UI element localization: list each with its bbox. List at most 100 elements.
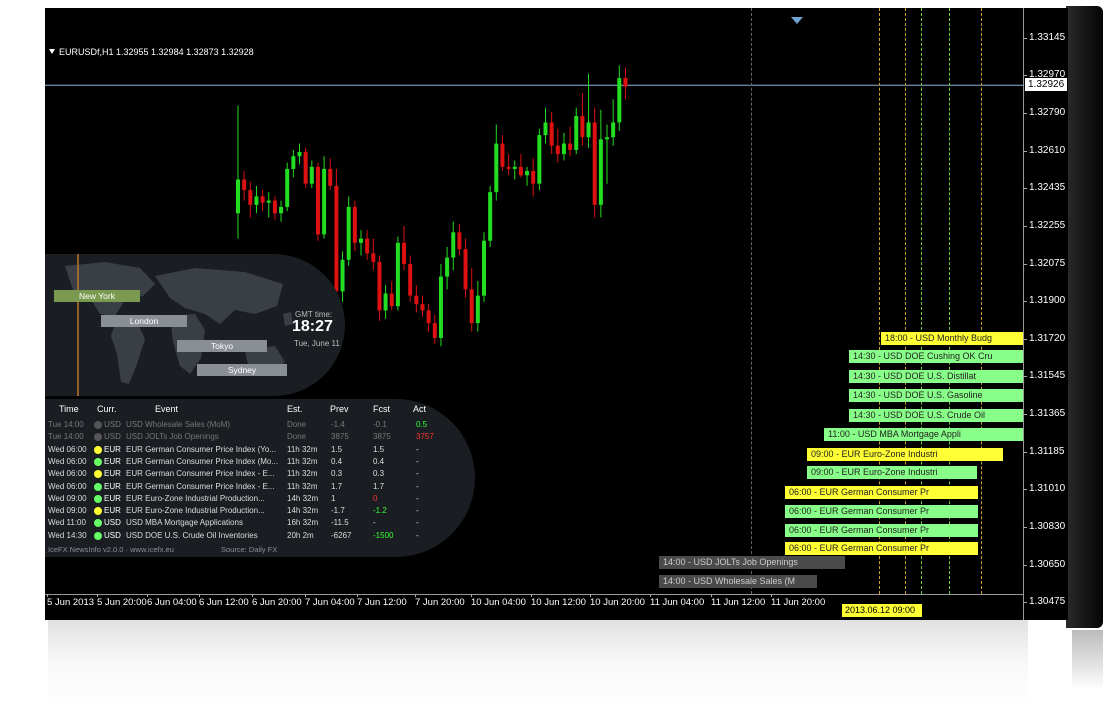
cell-est: 11h 32m bbox=[287, 481, 318, 491]
candle bbox=[328, 158, 333, 191]
cell-time: Wed 11:00 bbox=[48, 518, 86, 528]
cell-est: 11h 32m bbox=[287, 469, 318, 479]
cell-prev: 1.5 bbox=[331, 444, 343, 454]
candle bbox=[359, 230, 363, 256]
trading-terminal-screen: EURUSDf,H1 1.32955 1.32984 1.32873 1.329… bbox=[45, 8, 1068, 620]
price-label: 1.31720 bbox=[1022, 333, 1066, 344]
news-event-badge[interactable]: 11:00 - USD MBA Mortgage Appli bbox=[824, 428, 1023, 441]
time-label: 6 Jun 20:00 bbox=[252, 594, 302, 608]
cell-time: Tue 14:00 bbox=[48, 420, 84, 429]
city-new-york: New York bbox=[54, 290, 140, 302]
impact-dot-icon bbox=[94, 482, 102, 491]
candle bbox=[285, 162, 290, 212]
news-row[interactable]: Wed 14:30 USD USD DOE U.S. Crude Oil Inven… bbox=[45, 530, 475, 542]
impact-dot-icon bbox=[94, 433, 102, 442]
price-label: 1.31900 bbox=[1022, 294, 1066, 306]
cell-est: 11h 32m bbox=[287, 456, 318, 466]
cell-prev: -1.7 bbox=[331, 506, 345, 516]
news-row[interactable]: Wed 06:00 EUR EUR German Consumer Price In… bbox=[45, 456, 475, 468]
cell-est: 14h 32m bbox=[287, 506, 319, 516]
news-event-badge[interactable]: 06:00 - EUR German Consumer Pr bbox=[785, 505, 978, 518]
past-news-badge[interactable]: 14:00 - USD JOLTs Job Openings bbox=[659, 556, 845, 569]
cell-prev: 3875 bbox=[331, 432, 349, 442]
news-row[interactable]: Wed 06:00 EUR EUR German Consumer Price In… bbox=[45, 444, 475, 456]
candle bbox=[500, 135, 505, 172]
cell-curr: USD bbox=[104, 432, 121, 442]
news-event-badge[interactable]: 06:00 - EUR German Consumer Pr bbox=[785, 524, 978, 537]
cell-time: Wed 14:30 bbox=[48, 530, 87, 540]
cell-est: 14h 32m bbox=[287, 493, 319, 503]
cell-est: 16h 32m bbox=[287, 518, 319, 528]
candle bbox=[518, 154, 523, 178]
cell-curr: EUR bbox=[104, 469, 121, 479]
news-event-badge[interactable]: 14:30 - USD DOE Cushing OK Cru bbox=[849, 350, 1023, 363]
impact-dot-icon bbox=[94, 421, 102, 429]
candle bbox=[617, 65, 622, 131]
time-label: 6 Jun 12:00 bbox=[199, 594, 249, 608]
time-label: 11 Jun 12:00 bbox=[711, 594, 766, 608]
impact-dot-icon bbox=[94, 494, 102, 503]
news-event-badge[interactable]: 14:30 - USD DOE U.S. Distillat bbox=[849, 370, 1023, 383]
cell-prev: -1.4 bbox=[331, 420, 345, 429]
cell-fcst: - bbox=[373, 518, 376, 528]
dropdown-triangle-icon[interactable] bbox=[49, 49, 55, 54]
news-event-badge[interactable]: 14:30 - USD DOE U.S. Gasoline bbox=[849, 389, 1023, 402]
time-label: 10 Jun 12:00 bbox=[531, 594, 586, 608]
candle bbox=[574, 107, 579, 155]
cell-event: EUR Euro-Zone Industrial Production... bbox=[126, 506, 265, 516]
news-event-badge[interactable]: 09:00 - EUR Euro-Zone Industri bbox=[807, 448, 1003, 461]
cell-prev: -6267 bbox=[331, 530, 352, 540]
cell-act: - bbox=[416, 481, 419, 491]
cell-curr: EUR bbox=[104, 481, 121, 491]
cell-prev: 0.3 bbox=[331, 469, 343, 479]
price-label: 1.30830 bbox=[1022, 521, 1066, 532]
impact-dot-icon bbox=[94, 457, 102, 466]
news-row[interactable]: Wed 09:00 EUR EUR Euro-Zone Industrial Pro… bbox=[45, 505, 475, 517]
candle bbox=[272, 196, 277, 220]
candle bbox=[605, 124, 609, 184]
city-tokyo: Tokyo bbox=[177, 340, 267, 352]
news-row[interactable]: Wed 11:00 USD USD MBA Mortgage Application… bbox=[45, 517, 475, 529]
candle bbox=[555, 128, 560, 163]
news-event-badge[interactable]: 14:30 - USD DOE U.S. Crude Oil bbox=[849, 409, 1023, 422]
past-news-badge[interactable]: 14:00 - USD Wholesale Sales (M bbox=[659, 575, 817, 588]
candle bbox=[531, 158, 536, 197]
news-row[interactable]: Wed 06:00 EUR EUR German Consumer Price In… bbox=[45, 468, 475, 480]
candle bbox=[352, 200, 357, 252]
cell-fcst: 3875 bbox=[373, 432, 391, 442]
news-row[interactable]: Tue 14:00 USD USD Wholesale Sales (MoM) Don… bbox=[45, 419, 475, 431]
chart-shift-marker-icon[interactable] bbox=[791, 17, 803, 24]
cell-act: - bbox=[416, 530, 419, 540]
price-chart[interactable]: EURUSDf,H1 1.32955 1.32984 1.32873 1.329… bbox=[45, 8, 1023, 594]
candle bbox=[279, 200, 284, 222]
cell-act: - bbox=[416, 518, 419, 528]
candle bbox=[254, 185, 259, 214]
news-row[interactable]: Tue 14:00 USD USD JOLTs Job Openings Done 38… bbox=[45, 431, 475, 443]
candle bbox=[488, 185, 493, 248]
candle bbox=[494, 124, 499, 201]
cell-curr: EUR bbox=[104, 444, 121, 454]
footer-source: Source: Daily FX bbox=[221, 545, 278, 554]
period-separator bbox=[751, 8, 752, 594]
price-label: 1.30475 bbox=[1022, 596, 1066, 607]
cell-event: EUR German Consumer Price Index - E... bbox=[126, 469, 275, 479]
col-header-actual: Act bbox=[413, 404, 427, 414]
news-row[interactable]: Wed 06:00 EUR EUR German Consumer Price In… bbox=[45, 481, 475, 493]
candle bbox=[537, 128, 542, 191]
cell-fcst: -1.2 bbox=[373, 506, 387, 516]
price-axis[interactable]: 1.33145 1.32970 1.32790 1.32610 1.32435 1.322… bbox=[1022, 8, 1068, 620]
price-label: 1.32610 bbox=[1022, 145, 1066, 156]
symbol-header: EURUSDf,H1 1.32955 1.32984 1.32873 1.329… bbox=[49, 47, 254, 57]
price-label: 1.32435 bbox=[1022, 181, 1066, 193]
impact-dot-icon bbox=[94, 445, 102, 454]
candle bbox=[297, 143, 302, 165]
cell-fcst: 1.5 bbox=[373, 444, 385, 454]
news-row[interactable]: Wed 09:00 EUR EUR Euro-Zone Industrial Pro… bbox=[45, 493, 475, 505]
current-price-label: 1.32926 bbox=[1025, 78, 1067, 92]
monitor-edge bbox=[1066, 6, 1103, 628]
news-event-badge[interactable]: 06:00 - EUR German Consumer Pr bbox=[785, 486, 978, 499]
event-line-1800 bbox=[981, 8, 982, 594]
news-event-badge[interactable]: 06:00 - EUR German Consumer Pr bbox=[785, 542, 978, 555]
news-event-badge[interactable]: 18:00 - USD Monthly Budg bbox=[881, 332, 1023, 345]
news-event-badge[interactable]: 09:00 - EUR Euro-Zone Industri bbox=[807, 466, 977, 479]
